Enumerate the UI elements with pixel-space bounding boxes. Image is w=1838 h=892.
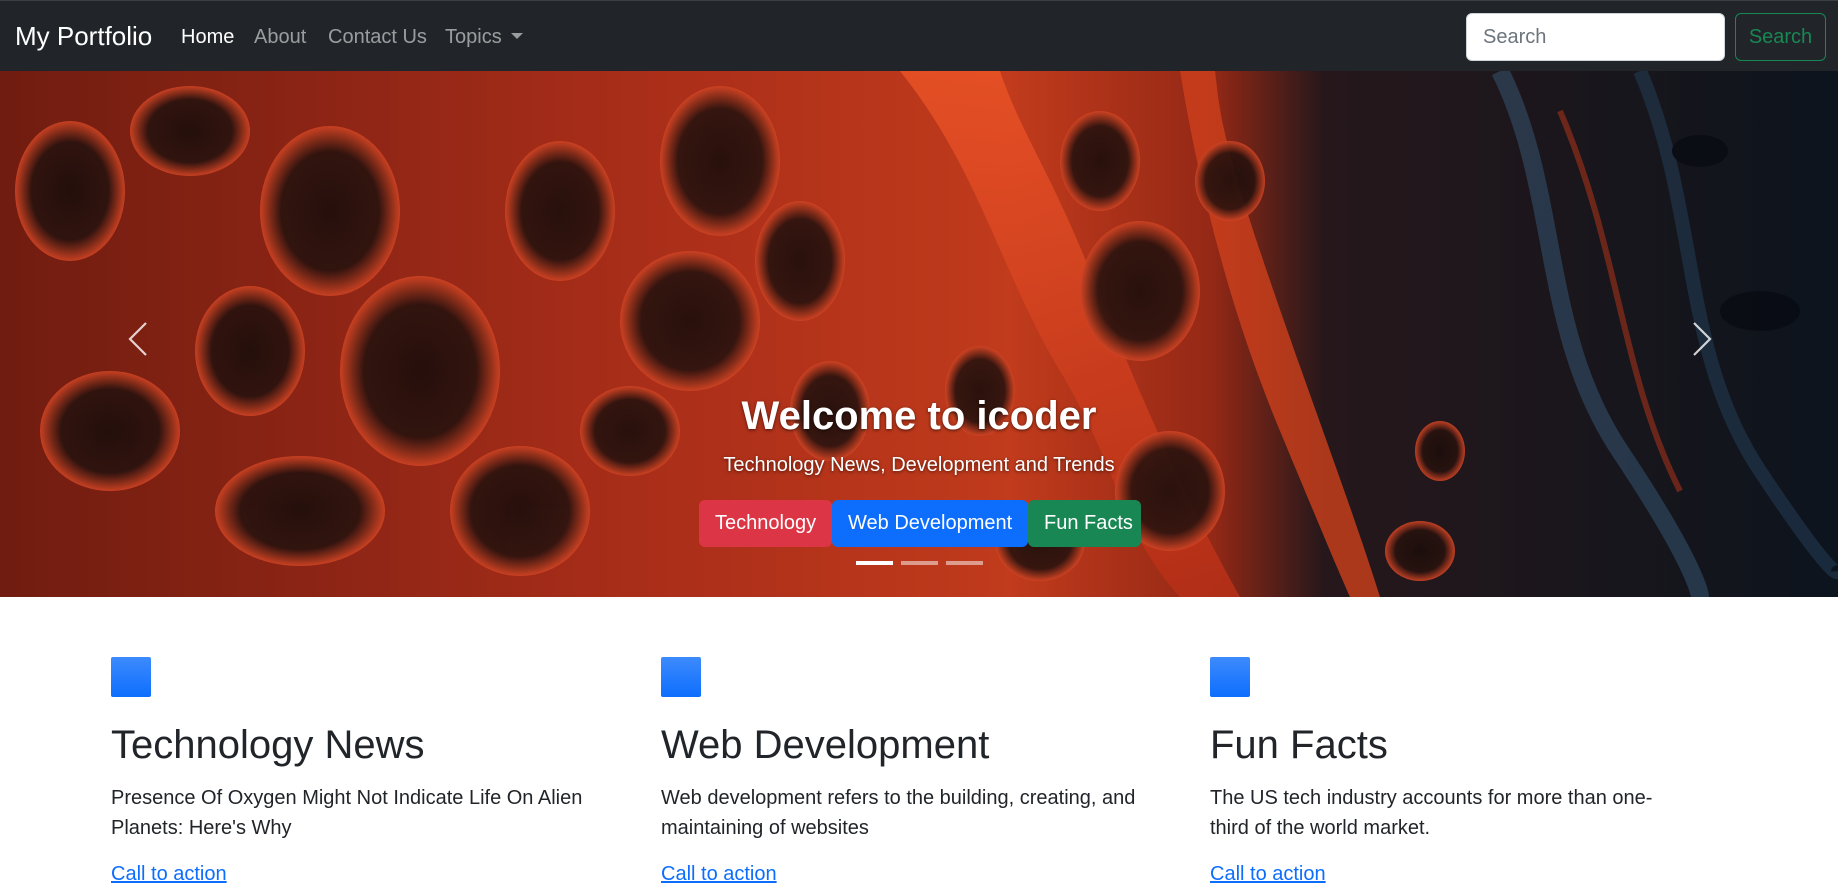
chevron-right-icon	[1693, 322, 1712, 356]
call-to-action-link[interactable]: Call to action	[1210, 863, 1326, 886]
carousel-next-button[interactable]	[1672, 299, 1732, 379]
web-development-button[interactable]: Web Development	[832, 500, 1028, 547]
feature-text: Presence Of Oxygen Might Not Indicate Li…	[111, 787, 583, 839]
fun-facts-button[interactable]: Fun Facts	[1028, 500, 1141, 547]
feature-title: Web Development	[661, 723, 990, 767]
hero-carousel: Welcome to icoder Technology News, Devel…	[0, 71, 1838, 597]
technology-button[interactable]: Technology	[699, 500, 832, 547]
chevron-left-icon	[128, 322, 147, 356]
nav-link-about[interactable]: About	[254, 26, 306, 49]
carousel-indicator-1[interactable]	[856, 561, 893, 565]
feature-text: The US tech industry accounts for more t…	[1210, 787, 1653, 839]
navbar: My Portfolio Home About Contact Us Topic…	[0, 0, 1838, 71]
feature-text: Web development refers to the building, …	[661, 787, 1136, 839]
feature-title: Fun Facts	[1210, 723, 1388, 767]
feature-web-development: Web Development Web development refers t…	[661, 657, 1141, 886]
carousel-indicators	[856, 561, 983, 565]
hero-subtitle: Technology News, Development and Trends	[723, 454, 1115, 476]
call-to-action-link[interactable]: Call to action	[111, 863, 227, 886]
feature-technology-news: Technology News Presence Of Oxygen Might…	[111, 657, 591, 886]
nav-dropdown-topics-label: Topics	[445, 26, 502, 48]
hero-title: Welcome to icoder	[741, 394, 1097, 438]
search-button[interactable]: Search	[1735, 13, 1826, 61]
feature-icon	[1210, 657, 1250, 697]
caret-down-icon	[510, 33, 523, 39]
feature-icon	[661, 657, 701, 697]
feature-icon	[111, 657, 151, 697]
nav-dropdown-topics[interactable]: Topics	[445, 26, 523, 49]
search-input[interactable]	[1466, 13, 1725, 61]
call-to-action-link[interactable]: Call to action	[661, 863, 777, 886]
hero-button-group: Technology Web Development Fun Facts	[699, 500, 1141, 547]
carousel-indicator-3[interactable]	[946, 561, 983, 565]
feature-fun-facts: Fun Facts The US tech industry accounts …	[1210, 657, 1690, 886]
carousel-indicator-2[interactable]	[901, 561, 938, 565]
navbar-brand[interactable]: My Portfolio	[15, 21, 152, 52]
nav-link-contact-us[interactable]: Contact Us	[328, 26, 427, 49]
feature-title: Technology News	[111, 723, 425, 767]
carousel-prev-button[interactable]	[108, 299, 168, 379]
nav-link-home[interactable]: Home	[181, 26, 234, 49]
